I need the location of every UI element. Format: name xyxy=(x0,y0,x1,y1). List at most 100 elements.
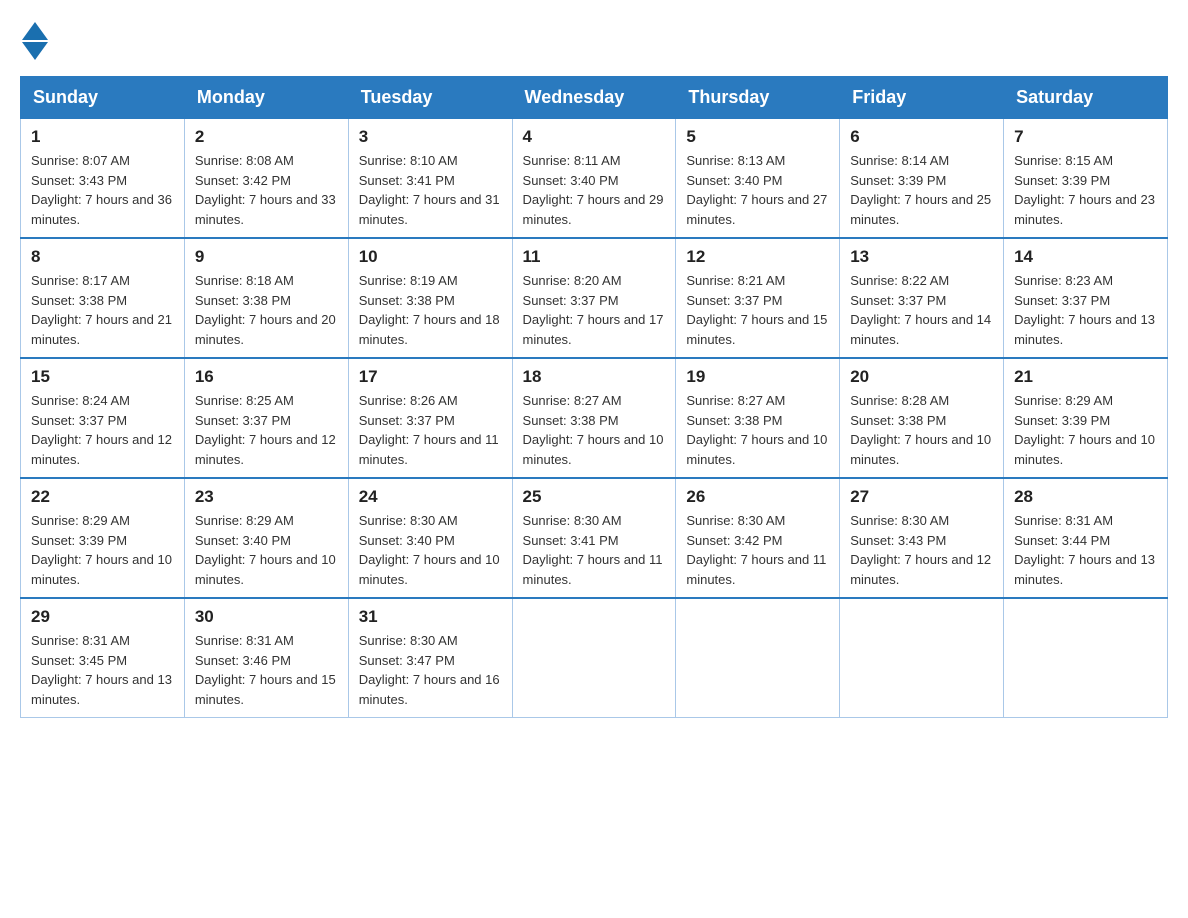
day-info: Sunrise: 8:30 AMSunset: 3:47 PMDaylight:… xyxy=(359,633,500,707)
day-info: Sunrise: 8:27 AMSunset: 3:38 PMDaylight:… xyxy=(523,393,664,467)
header xyxy=(20,20,1168,60)
calendar-cell: 26 Sunrise: 8:30 AMSunset: 3:42 PMDaylig… xyxy=(676,478,840,598)
day-number: 20 xyxy=(850,367,993,387)
weekday-header-tuesday: Tuesday xyxy=(348,77,512,119)
calendar-cell: 22 Sunrise: 8:29 AMSunset: 3:39 PMDaylig… xyxy=(21,478,185,598)
day-info: Sunrise: 8:31 AMSunset: 3:44 PMDaylight:… xyxy=(1014,513,1155,587)
calendar-cell: 31 Sunrise: 8:30 AMSunset: 3:47 PMDaylig… xyxy=(348,598,512,718)
calendar-cell: 10 Sunrise: 8:19 AMSunset: 3:38 PMDaylig… xyxy=(348,238,512,358)
day-number: 10 xyxy=(359,247,502,267)
calendar-cell: 1 Sunrise: 8:07 AMSunset: 3:43 PMDayligh… xyxy=(21,119,185,239)
day-number: 15 xyxy=(31,367,174,387)
calendar-cell: 9 Sunrise: 8:18 AMSunset: 3:38 PMDayligh… xyxy=(184,238,348,358)
day-number: 11 xyxy=(523,247,666,267)
logo-triangle-up xyxy=(22,22,48,40)
day-info: Sunrise: 8:29 AMSunset: 3:39 PMDaylight:… xyxy=(1014,393,1155,467)
calendar-cell: 4 Sunrise: 8:11 AMSunset: 3:40 PMDayligh… xyxy=(512,119,676,239)
calendar-cell xyxy=(840,598,1004,718)
calendar-cell: 28 Sunrise: 8:31 AMSunset: 3:44 PMDaylig… xyxy=(1004,478,1168,598)
weekday-header-saturday: Saturday xyxy=(1004,77,1168,119)
day-number: 4 xyxy=(523,127,666,147)
day-info: Sunrise: 8:23 AMSunset: 3:37 PMDaylight:… xyxy=(1014,273,1155,347)
day-info: Sunrise: 8:18 AMSunset: 3:38 PMDaylight:… xyxy=(195,273,336,347)
day-number: 31 xyxy=(359,607,502,627)
day-info: Sunrise: 8:15 AMSunset: 3:39 PMDaylight:… xyxy=(1014,153,1155,227)
calendar-cell: 6 Sunrise: 8:14 AMSunset: 3:39 PMDayligh… xyxy=(840,119,1004,239)
calendar-cell xyxy=(1004,598,1168,718)
calendar-cell: 17 Sunrise: 8:26 AMSunset: 3:37 PMDaylig… xyxy=(348,358,512,478)
calendar-cell: 12 Sunrise: 8:21 AMSunset: 3:37 PMDaylig… xyxy=(676,238,840,358)
calendar-cell: 21 Sunrise: 8:29 AMSunset: 3:39 PMDaylig… xyxy=(1004,358,1168,478)
calendar-cell: 29 Sunrise: 8:31 AMSunset: 3:45 PMDaylig… xyxy=(21,598,185,718)
day-info: Sunrise: 8:26 AMSunset: 3:37 PMDaylight:… xyxy=(359,393,499,467)
day-number: 23 xyxy=(195,487,338,507)
calendar-cell: 3 Sunrise: 8:10 AMSunset: 3:41 PMDayligh… xyxy=(348,119,512,239)
day-number: 30 xyxy=(195,607,338,627)
calendar-cell xyxy=(512,598,676,718)
day-info: Sunrise: 8:30 AMSunset: 3:43 PMDaylight:… xyxy=(850,513,991,587)
day-info: Sunrise: 8:31 AMSunset: 3:45 PMDaylight:… xyxy=(31,633,172,707)
weekday-header-sunday: Sunday xyxy=(21,77,185,119)
calendar-cell: 15 Sunrise: 8:24 AMSunset: 3:37 PMDaylig… xyxy=(21,358,185,478)
day-number: 27 xyxy=(850,487,993,507)
day-number: 21 xyxy=(1014,367,1157,387)
day-info: Sunrise: 8:28 AMSunset: 3:38 PMDaylight:… xyxy=(850,393,991,467)
day-info: Sunrise: 8:27 AMSunset: 3:38 PMDaylight:… xyxy=(686,393,827,467)
calendar-cell: 13 Sunrise: 8:22 AMSunset: 3:37 PMDaylig… xyxy=(840,238,1004,358)
weekday-header-row: SundayMondayTuesdayWednesdayThursdayFrid… xyxy=(21,77,1168,119)
day-info: Sunrise: 8:30 AMSunset: 3:40 PMDaylight:… xyxy=(359,513,500,587)
day-number: 7 xyxy=(1014,127,1157,147)
day-info: Sunrise: 8:29 AMSunset: 3:40 PMDaylight:… xyxy=(195,513,336,587)
day-number: 17 xyxy=(359,367,502,387)
day-number: 2 xyxy=(195,127,338,147)
calendar-cell: 2 Sunrise: 8:08 AMSunset: 3:42 PMDayligh… xyxy=(184,119,348,239)
calendar-cell: 5 Sunrise: 8:13 AMSunset: 3:40 PMDayligh… xyxy=(676,119,840,239)
week-row-4: 22 Sunrise: 8:29 AMSunset: 3:39 PMDaylig… xyxy=(21,478,1168,598)
day-info: Sunrise: 8:17 AMSunset: 3:38 PMDaylight:… xyxy=(31,273,172,347)
week-row-2: 8 Sunrise: 8:17 AMSunset: 3:38 PMDayligh… xyxy=(21,238,1168,358)
week-row-3: 15 Sunrise: 8:24 AMSunset: 3:37 PMDaylig… xyxy=(21,358,1168,478)
weekday-header-monday: Monday xyxy=(184,77,348,119)
calendar-cell: 18 Sunrise: 8:27 AMSunset: 3:38 PMDaylig… xyxy=(512,358,676,478)
day-number: 6 xyxy=(850,127,993,147)
day-number: 28 xyxy=(1014,487,1157,507)
day-info: Sunrise: 8:21 AMSunset: 3:37 PMDaylight:… xyxy=(686,273,827,347)
day-info: Sunrise: 8:25 AMSunset: 3:37 PMDaylight:… xyxy=(195,393,336,467)
calendar-cell: 24 Sunrise: 8:30 AMSunset: 3:40 PMDaylig… xyxy=(348,478,512,598)
day-number: 29 xyxy=(31,607,174,627)
day-number: 24 xyxy=(359,487,502,507)
day-number: 26 xyxy=(686,487,829,507)
week-row-5: 29 Sunrise: 8:31 AMSunset: 3:45 PMDaylig… xyxy=(21,598,1168,718)
day-number: 18 xyxy=(523,367,666,387)
day-number: 3 xyxy=(359,127,502,147)
calendar-cell: 27 Sunrise: 8:30 AMSunset: 3:43 PMDaylig… xyxy=(840,478,1004,598)
calendar-cell: 30 Sunrise: 8:31 AMSunset: 3:46 PMDaylig… xyxy=(184,598,348,718)
day-info: Sunrise: 8:24 AMSunset: 3:37 PMDaylight:… xyxy=(31,393,172,467)
day-info: Sunrise: 8:20 AMSunset: 3:37 PMDaylight:… xyxy=(523,273,664,347)
day-info: Sunrise: 8:10 AMSunset: 3:41 PMDaylight:… xyxy=(359,153,500,227)
calendar-cell xyxy=(676,598,840,718)
day-number: 12 xyxy=(686,247,829,267)
logo xyxy=(20,20,48,60)
day-number: 14 xyxy=(1014,247,1157,267)
day-info: Sunrise: 8:08 AMSunset: 3:42 PMDaylight:… xyxy=(195,153,336,227)
day-number: 9 xyxy=(195,247,338,267)
calendar-cell: 7 Sunrise: 8:15 AMSunset: 3:39 PMDayligh… xyxy=(1004,119,1168,239)
calendar-cell: 11 Sunrise: 8:20 AMSunset: 3:37 PMDaylig… xyxy=(512,238,676,358)
day-info: Sunrise: 8:30 AMSunset: 3:42 PMDaylight:… xyxy=(686,513,826,587)
day-number: 5 xyxy=(686,127,829,147)
day-number: 16 xyxy=(195,367,338,387)
calendar-cell: 19 Sunrise: 8:27 AMSunset: 3:38 PMDaylig… xyxy=(676,358,840,478)
calendar-cell: 14 Sunrise: 8:23 AMSunset: 3:37 PMDaylig… xyxy=(1004,238,1168,358)
weekday-header-friday: Friday xyxy=(840,77,1004,119)
calendar-cell: 25 Sunrise: 8:30 AMSunset: 3:41 PMDaylig… xyxy=(512,478,676,598)
week-row-1: 1 Sunrise: 8:07 AMSunset: 3:43 PMDayligh… xyxy=(21,119,1168,239)
day-info: Sunrise: 8:30 AMSunset: 3:41 PMDaylight:… xyxy=(523,513,663,587)
calendar-cell: 23 Sunrise: 8:29 AMSunset: 3:40 PMDaylig… xyxy=(184,478,348,598)
day-number: 25 xyxy=(523,487,666,507)
day-info: Sunrise: 8:22 AMSunset: 3:37 PMDaylight:… xyxy=(850,273,991,347)
weekday-header-thursday: Thursday xyxy=(676,77,840,119)
day-info: Sunrise: 8:07 AMSunset: 3:43 PMDaylight:… xyxy=(31,153,172,227)
day-info: Sunrise: 8:19 AMSunset: 3:38 PMDaylight:… xyxy=(359,273,500,347)
day-info: Sunrise: 8:13 AMSunset: 3:40 PMDaylight:… xyxy=(686,153,827,227)
